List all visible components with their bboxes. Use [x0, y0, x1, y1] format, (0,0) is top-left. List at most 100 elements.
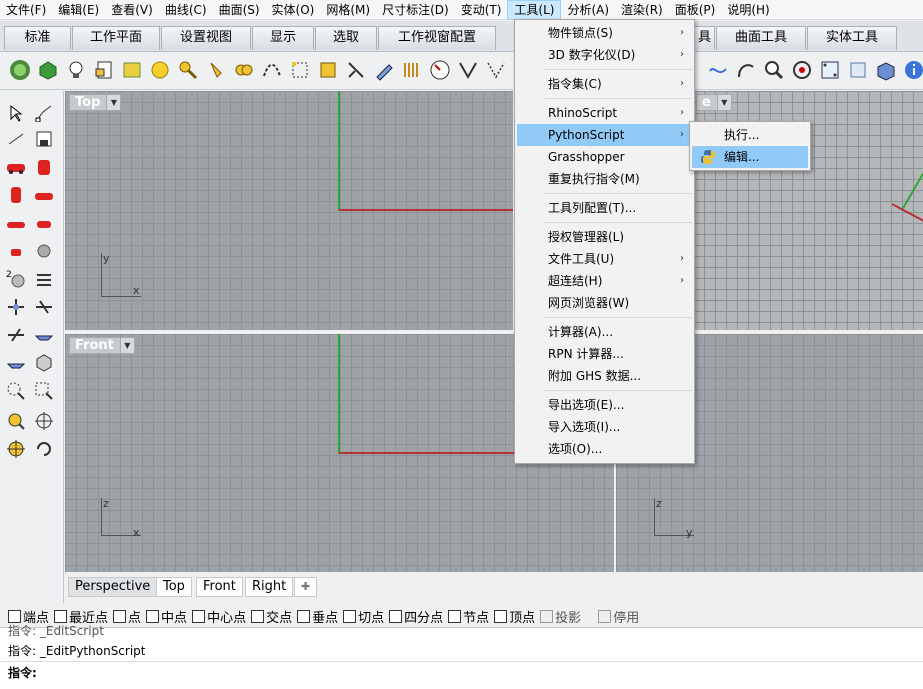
rotate-icon[interactable] — [32, 437, 56, 461]
tab-display[interactable]: 显示 — [252, 26, 314, 50]
menu-item-ghs-data[interactable]: 附加 GHS 数据... — [517, 365, 692, 387]
gauge-icon[interactable] — [428, 58, 452, 82]
menu-file[interactable]: 文件(F) — [0, 0, 52, 20]
osnap-knot[interactable]: 节点 — [448, 607, 489, 626]
group-icon[interactable] — [232, 58, 256, 82]
tab-select[interactable]: 选取 — [315, 26, 377, 50]
command-input[interactable] — [44, 663, 914, 681]
checkbox-icon[interactable] — [8, 609, 21, 623]
osnap-vertex[interactable]: 顶点 — [494, 607, 535, 626]
checkbox-icon[interactable] — [297, 609, 311, 623]
menu-panels[interactable]: 面板(P) — [669, 0, 722, 20]
osnap-tangent[interactable]: 切点 — [343, 607, 384, 626]
checkbox-icon[interactable] — [598, 609, 612, 623]
save-icon[interactable] — [32, 127, 56, 151]
checkbox-icon[interactable] — [448, 609, 462, 623]
wave-icon[interactable] — [706, 58, 730, 82]
mirror-icon[interactable] — [4, 323, 28, 347]
layer-icon[interactable] — [120, 58, 144, 82]
checkbox-icon[interactable] — [343, 609, 357, 623]
menu-item-object-snap[interactable]: 物件锁点(S) › — [517, 22, 692, 44]
osnap-perp[interactable]: 垂点 — [297, 607, 338, 626]
info-icon[interactable] — [902, 58, 923, 82]
menu-item-import-options[interactable]: 导入选项(I)... — [517, 416, 692, 438]
menu-item-rhinoscript[interactable]: RhinoScript › — [517, 102, 692, 124]
checkbox-icon[interactable] — [146, 609, 160, 623]
tab-tools-partial[interactable]: 具 — [695, 26, 715, 50]
menu-item-command-set[interactable]: 指令集(C) › — [517, 73, 692, 95]
point-sphere-icon[interactable]: 2 — [4, 267, 28, 291]
menu-item-license-manager[interactable]: 授权管理器(L) — [517, 226, 692, 248]
curve-edit-icon[interactable] — [4, 127, 28, 151]
menu-view[interactable]: 查看(V) — [105, 0, 159, 20]
add-viewport-tab-icon[interactable]: ✚ — [294, 577, 318, 597]
menu-dimension[interactable]: 尺寸标注(D) — [376, 0, 455, 20]
checkbox-icon[interactable] — [389, 609, 403, 623]
menu-solid[interactable]: 实体(O) — [266, 0, 321, 20]
menu-curve[interactable]: 曲线(C) — [159, 0, 213, 20]
split-icon[interactable] — [32, 295, 56, 319]
array-icon[interactable] — [400, 58, 424, 82]
osnap-quad[interactable]: 四分点 — [389, 607, 443, 626]
select-arrow-icon[interactable] — [4, 101, 28, 125]
zoom-search-icon[interactable] — [762, 58, 786, 82]
menu-item-rpn-calculator[interactable]: RPN 计算器... — [517, 343, 692, 365]
material-ball-icon[interactable] — [148, 58, 172, 82]
tab-top[interactable]: Top — [156, 577, 192, 597]
checkbox-icon[interactable] — [192, 609, 206, 623]
checkbox-icon[interactable] — [113, 609, 127, 623]
crosshair-icon[interactable] — [32, 409, 56, 433]
stop-icon[interactable] — [846, 58, 870, 82]
menu-transform[interactable]: 变动(T) — [455, 0, 508, 20]
tab-standard[interactable]: 标准 — [4, 26, 71, 50]
array-stack-icon[interactable] — [32, 267, 56, 291]
viewport-perspective-label[interactable]: e ▼ — [696, 94, 732, 111]
menu-item-calculator[interactable]: 计算器(A)... — [517, 321, 692, 343]
menu-item-hyperlink[interactable]: 超连结(H) › — [517, 270, 692, 292]
block-icon[interactable] — [316, 58, 340, 82]
sphere-icon[interactable] — [32, 239, 56, 263]
osnap-mid[interactable]: 中点 — [146, 607, 187, 626]
tab-right[interactable]: Right — [245, 577, 294, 597]
checkbox-icon[interactable] — [540, 609, 554, 623]
car-red-tiny-icon[interactable] — [4, 239, 28, 263]
menu-mesh[interactable]: 网格(M) — [320, 0, 376, 20]
tab-front[interactable]: Front — [196, 577, 243, 597]
osnap-project[interactable]: 投影 — [540, 607, 581, 626]
zoom-lasso-icon[interactable] — [4, 379, 28, 403]
loft-icon[interactable] — [456, 58, 480, 82]
car-red-mini-icon[interactable] — [32, 211, 56, 235]
tab-set-view[interactable]: 设置视图 — [161, 26, 251, 50]
tab-cplanes[interactable]: 工作平面 — [72, 26, 160, 50]
curve-icon[interactable] — [260, 58, 284, 82]
pin-icon[interactable] — [204, 58, 228, 82]
viewport-top-label[interactable]: Top ▼ — [69, 94, 122, 111]
car-red-front-icon[interactable] — [4, 183, 28, 207]
menu-item-file-utilities[interactable]: 文件工具(U) › — [517, 248, 692, 270]
trim-icon[interactable] — [344, 58, 368, 82]
viewport-front-label[interactable]: Front ▼ — [69, 337, 135, 354]
menu-item-repeat-command[interactable]: 重复执行指令(M) — [517, 168, 692, 190]
car-red-small-icon[interactable] — [32, 183, 56, 207]
boat-icon[interactable] — [32, 323, 56, 347]
zoom-window-icon[interactable] — [32, 379, 56, 403]
car-red-icon[interactable] — [4, 155, 28, 179]
rotate-view-icon[interactable] — [790, 58, 814, 82]
lock-page-icon[interactable] — [92, 58, 116, 82]
submenu-item-run[interactable]: 执行... — [692, 124, 808, 146]
sweep-icon[interactable] — [734, 58, 758, 82]
control-points-icon[interactable] — [288, 58, 312, 82]
menu-item-options[interactable]: 选项(O)... — [517, 438, 692, 460]
solid-box-icon[interactable] — [874, 58, 898, 82]
menu-render[interactable]: 渲染(R) — [615, 0, 669, 20]
pencil-icon[interactable] — [372, 58, 396, 82]
globe-icon[interactable] — [8, 58, 32, 82]
checkbox-icon[interactable] — [494, 609, 508, 623]
dashed-loft-icon[interactable] — [484, 58, 508, 82]
viewport-menu-icon[interactable]: ▼ — [119, 338, 134, 353]
checkbox-icon[interactable] — [251, 609, 265, 623]
polyline-icon[interactable] — [32, 101, 56, 125]
car-red-low-icon[interactable] — [4, 211, 28, 235]
key-icon[interactable] — [176, 58, 200, 82]
car-red-side-icon[interactable] — [32, 155, 56, 179]
